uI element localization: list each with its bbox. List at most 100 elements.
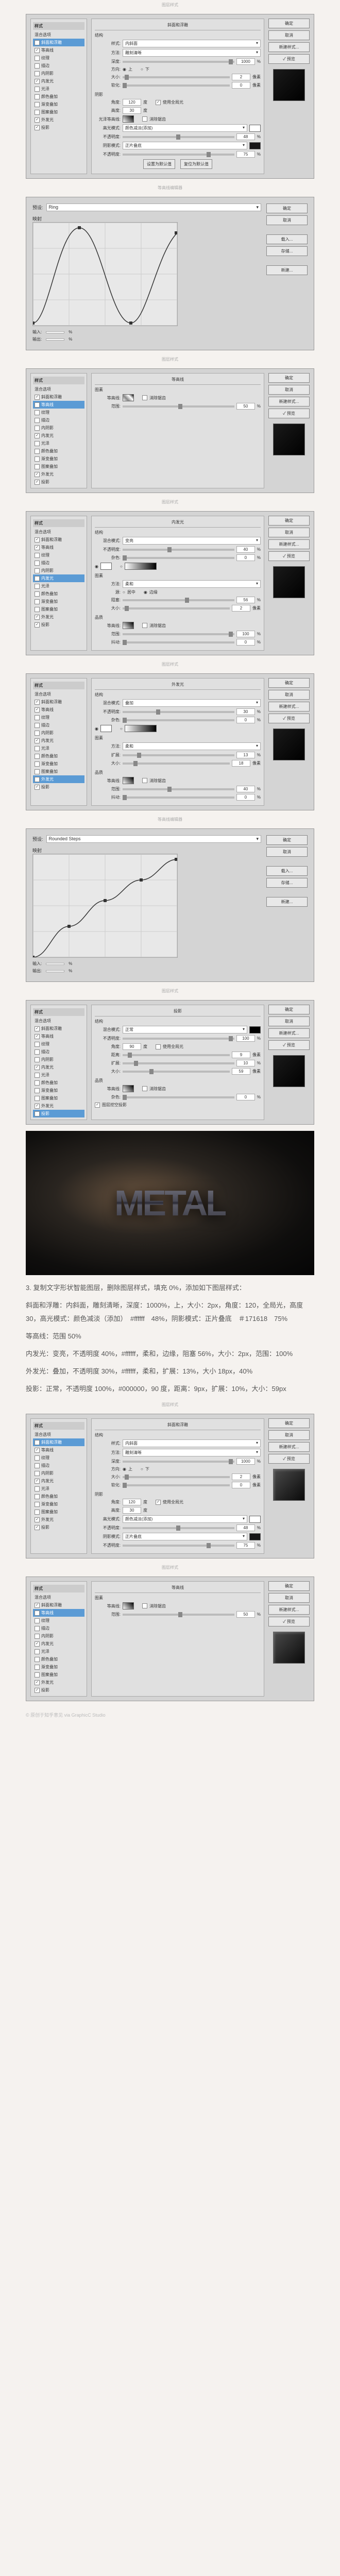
contour-picker[interactable] [123,394,134,401]
new-style-button[interactable]: 新建样式... [268,397,310,406]
technique-dropdown[interactable]: 雕刻清晰▾ [123,49,261,57]
item-bevel[interactable]: 斜面和浮雕 [33,39,84,46]
checkbox[interactable] [35,79,40,84]
preview-toggle[interactable]: ✓ 预览 [268,1040,310,1050]
save-button[interactable]: 存储... [266,246,308,256]
new-style-button[interactable]: 新建样式... [268,1442,310,1452]
item-outer-glow[interactable]: 外发光 [33,116,84,124]
item-contour[interactable]: 等高线 [33,46,84,54]
checkbox[interactable] [35,87,40,92]
shadow-mode-dropdown[interactable]: 正片叠底▾ [123,142,247,149]
radio-down[interactable]: ○ [141,67,143,72]
cancel-button[interactable]: 取消 [268,1593,310,1603]
save-button[interactable]: 存储... [266,878,308,888]
range-input[interactable]: 50 [236,403,255,410]
depth-input[interactable]: 1000 [236,58,255,65]
cancel-button[interactable]: 取消 [268,1016,310,1026]
highlight-opacity-slider[interactable] [123,136,234,138]
checkbox[interactable] [35,48,40,53]
new-button[interactable]: 新建... [266,897,308,907]
make-default-button[interactable]: 设置为默认值 [143,159,175,169]
preview-toggle[interactable]: ✓ 预览 [268,409,310,418]
preset-dropdown[interactable]: Ring▾ [46,204,261,211]
ok-button[interactable]: 确定 [268,1005,310,1014]
ok-button[interactable]: 确定 [266,835,308,845]
item-color-overlay[interactable]: 颜色叠加 [33,93,84,100]
reset-default-button[interactable]: 复位为默认值 [180,159,212,169]
radio-gradient[interactable]: ○ [120,564,123,569]
ok-button[interactable]: 确定 [268,373,310,383]
glow-color[interactable] [100,563,112,570]
item-satin[interactable]: 光泽 [33,85,84,93]
input-value[interactable] [46,331,64,333]
preview-toggle[interactable]: ✓ 预览 [268,1617,310,1626]
style-dropdown[interactable]: 内斜面▾ [123,40,261,47]
new-style-button[interactable]: 新建样式... [268,1605,310,1615]
preview-toggle[interactable]: ✓ 预览 [268,54,310,64]
checkbox[interactable] [35,40,40,45]
shadow-color[interactable] [249,142,261,149]
load-button[interactable]: 载入... [266,234,308,244]
cancel-button[interactable]: 取消 [268,30,310,40]
glow-gradient[interactable] [125,563,157,570]
preview-toggle[interactable]: ✓ 预览 [268,714,310,723]
new-style-button[interactable]: 新建样式... [268,42,310,52]
highlight-color[interactable] [249,125,261,132]
ok-button[interactable]: 确定 [268,678,310,688]
checkbox[interactable] [35,71,40,76]
new-style-button[interactable]: 新建样式... [268,539,310,549]
checkbox[interactable] [35,102,40,107]
item-inner-shadow[interactable]: 内阴影 [33,70,84,77]
preset-dropdown[interactable]: Rounded Steps▾ [46,835,261,843]
global-light-checkbox[interactable] [156,100,161,105]
checkbox[interactable] [35,56,40,61]
cancel-button[interactable]: 取消 [268,690,310,700]
item-inner-glow[interactable]: 内发光 [33,77,84,85]
antialias-checkbox[interactable] [142,116,147,122]
ok-button[interactable]: 确定 [268,19,310,28]
altitude-input[interactable]: 30 [123,107,141,114]
ok-button[interactable]: 确定 [266,204,308,213]
gloss-contour[interactable] [123,115,134,123]
item-drop-shadow[interactable]: 投影 [33,124,84,131]
size-slider[interactable] [123,76,230,78]
soften-slider[interactable] [123,84,230,87]
output-value[interactable] [46,338,64,341]
blend-options[interactable]: 混合选项 [33,31,84,39]
cancel-button[interactable]: 取消 [266,215,308,225]
ok-button[interactable]: 确定 [268,516,310,526]
curve-graph[interactable] [32,854,178,958]
curve-graph[interactable] [32,222,178,326]
new-style-button[interactable]: 新建样式... [268,702,310,711]
checkbox[interactable] [35,125,40,130]
new-button[interactable]: 新建... [266,265,308,275]
range-slider[interactable] [123,405,234,408]
cancel-button[interactable]: 取消 [268,1430,310,1440]
shadow-color[interactable] [249,1026,261,1033]
item-gradient-overlay[interactable]: 渐变叠加 [33,100,84,108]
angle-input[interactable]: 120 [123,99,141,106]
new-style-button[interactable]: 新建样式... [268,1028,310,1038]
ok-button[interactable]: 确定 [268,1581,310,1591]
highlight-mode-dropdown[interactable]: 颜色减淡(添加)▾ [123,124,247,132]
radio-up[interactable]: ◉ [123,67,126,72]
cancel-button[interactable]: 取消 [266,847,308,857]
load-button[interactable]: 载入... [266,866,308,876]
size-input[interactable]: 2 [232,74,250,80]
shadow-opacity-input[interactable]: 75 [236,151,255,158]
highlight-opacity-input[interactable]: 48 [236,133,255,140]
antialias-checkbox[interactable] [142,395,147,400]
item-pattern-overlay[interactable]: 图案叠加 [33,108,84,116]
cancel-button[interactable]: 取消 [268,385,310,395]
preview-toggle[interactable]: ✓ 预览 [268,551,310,561]
checkbox[interactable] [35,63,40,69]
depth-slider[interactable] [123,61,234,63]
item-stroke[interactable]: 描边 [33,62,84,70]
radio-color[interactable]: ◉ [95,564,98,569]
soften-input[interactable]: 0 [232,82,250,89]
preview-toggle[interactable]: ✓ 预览 [268,1454,310,1464]
contour-picker[interactable] [123,622,134,629]
checkbox[interactable] [35,110,40,115]
ok-button[interactable]: 确定 [268,1418,310,1428]
checkbox[interactable] [35,117,40,123]
